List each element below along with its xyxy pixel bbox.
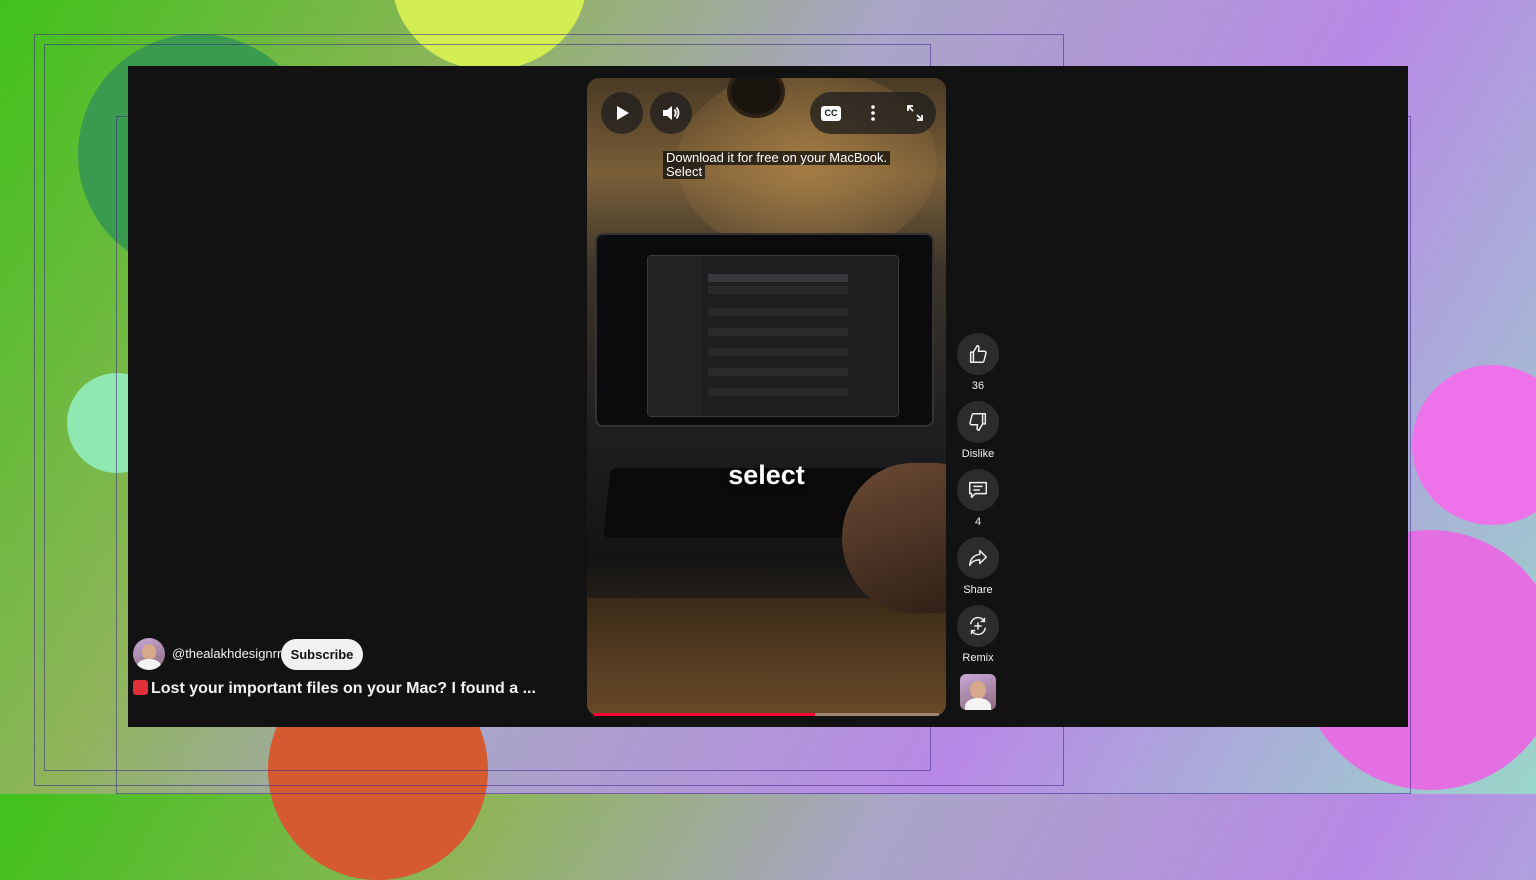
video-title-text: Lost your important files on your Mac? I…	[151, 680, 536, 697]
remix-button[interactable]	[957, 605, 999, 647]
share-icon	[969, 549, 987, 567]
more-vert-icon	[871, 105, 875, 121]
more-options-button[interactable]	[852, 92, 894, 134]
captions-button[interactable]: CC	[810, 92, 852, 134]
like-count: 36	[971, 380, 985, 392]
closed-caption: Download it for free on your MacBook. Se…	[663, 151, 891, 179]
video-overlay-text: select	[728, 460, 805, 490]
video-finder-window	[647, 255, 899, 417]
comment-icon	[969, 481, 987, 499]
play-icon	[617, 106, 629, 120]
avatar-face	[970, 681, 986, 699]
remix-label: Remix	[962, 652, 994, 664]
comments-button[interactable]	[957, 469, 999, 511]
thumbs-down-icon	[969, 413, 987, 431]
video-finder-row	[708, 286, 848, 294]
avatar-body	[137, 659, 161, 670]
bg-circle-pink	[1412, 365, 1536, 525]
avatar-face	[142, 644, 156, 660]
video-desk	[587, 598, 946, 716]
like-button[interactable]	[957, 333, 999, 375]
video-finder-row	[708, 368, 848, 376]
comment-count: 4	[974, 516, 982, 528]
video-laptop-screen	[595, 233, 934, 427]
player-right-controls: CC	[810, 92, 936, 134]
siren-emoji-icon	[133, 680, 148, 695]
channel-avatar[interactable]	[133, 638, 165, 670]
avatar-body	[965, 698, 991, 710]
progress-fill	[594, 713, 815, 716]
volume-button[interactable]	[650, 92, 692, 134]
fullscreen-button[interactable]	[894, 92, 936, 134]
video-finder-sidebar	[648, 256, 703, 416]
video-finder-row	[708, 328, 848, 336]
dislike-button[interactable]	[957, 401, 999, 443]
channel-avatar-small[interactable]	[960, 674, 996, 710]
fullscreen-icon	[907, 105, 923, 121]
caption-line-2: Select	[663, 165, 706, 179]
channel-handle[interactable]: @thealakhdesignrr	[172, 646, 281, 661]
subscribe-button[interactable]: Subscribe	[281, 639, 363, 670]
remix-icon	[969, 616, 987, 636]
share-label: Share	[963, 584, 993, 596]
thumbs-up-icon	[969, 345, 987, 363]
share-button[interactable]	[957, 537, 999, 579]
video-finder-row	[708, 388, 848, 396]
cc-label: CC	[824, 108, 838, 118]
play-button[interactable]	[601, 92, 643, 134]
cc-icon: CC	[821, 105, 841, 121]
video-finder-row	[708, 308, 848, 316]
video-title[interactable]: Lost your important files on your Mac? I…	[133, 680, 563, 698]
progress-bar[interactable]	[594, 713, 939, 716]
volume-icon	[663, 106, 680, 120]
video-finder-row	[708, 274, 848, 282]
caption-line-1: Download it for free on your MacBook.	[663, 151, 891, 165]
video-finder-row	[708, 348, 848, 356]
dislike-label: Dislike	[961, 448, 995, 460]
